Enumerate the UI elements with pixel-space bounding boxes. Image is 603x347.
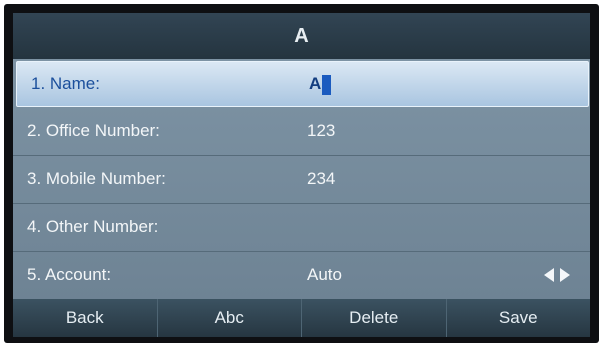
office-number-label: 2. Office Number: [27, 121, 160, 140]
softkey-bar: Back Abc Delete Save [13, 299, 590, 337]
arrow-right-icon[interactable] [560, 268, 570, 282]
contact-edit-form: 1. Name: A 2. Office Number: 123 3. Mobi… [13, 59, 590, 299]
field-row-office-number[interactable]: 2. Office Number: 123 [13, 107, 590, 156]
account-select[interactable]: Auto [307, 251, 342, 299]
abc-input-mode-softkey[interactable]: Abc [158, 299, 302, 337]
field-row-mobile-number[interactable]: 3. Mobile Number: 234 [13, 155, 590, 204]
name-input[interactable]: A [309, 62, 332, 106]
arrow-left-icon[interactable] [544, 268, 554, 282]
save-softkey[interactable]: Save [447, 299, 591, 337]
delete-softkey[interactable]: Delete [302, 299, 447, 337]
field-row-name[interactable]: 1. Name: A [16, 61, 589, 107]
mobile-number-label: 3. Mobile Number: [27, 169, 166, 188]
back-softkey[interactable]: Back [13, 299, 158, 337]
field-row-account[interactable]: 5. Account: Auto [13, 251, 590, 299]
text-cursor [322, 74, 332, 95]
other-number-label: 4. Other Number: [27, 217, 159, 236]
phone-display-frame: A 1. Name: A 2. Office Number: 123 3. Mo… [4, 4, 599, 343]
phone-screen: A 1. Name: A 2. Office Number: 123 3. Mo… [13, 13, 590, 337]
name-value: A [309, 74, 322, 93]
mobile-number-input[interactable]: 234 [307, 155, 335, 203]
screen-title: A [13, 13, 590, 59]
name-label: 1. Name: [31, 74, 100, 93]
account-switch-arrows[interactable] [544, 267, 570, 283]
office-number-input[interactable]: 123 [307, 107, 335, 155]
account-label: 5. Account: [27, 265, 112, 284]
field-row-other-number[interactable]: 4. Other Number: [13, 203, 590, 252]
